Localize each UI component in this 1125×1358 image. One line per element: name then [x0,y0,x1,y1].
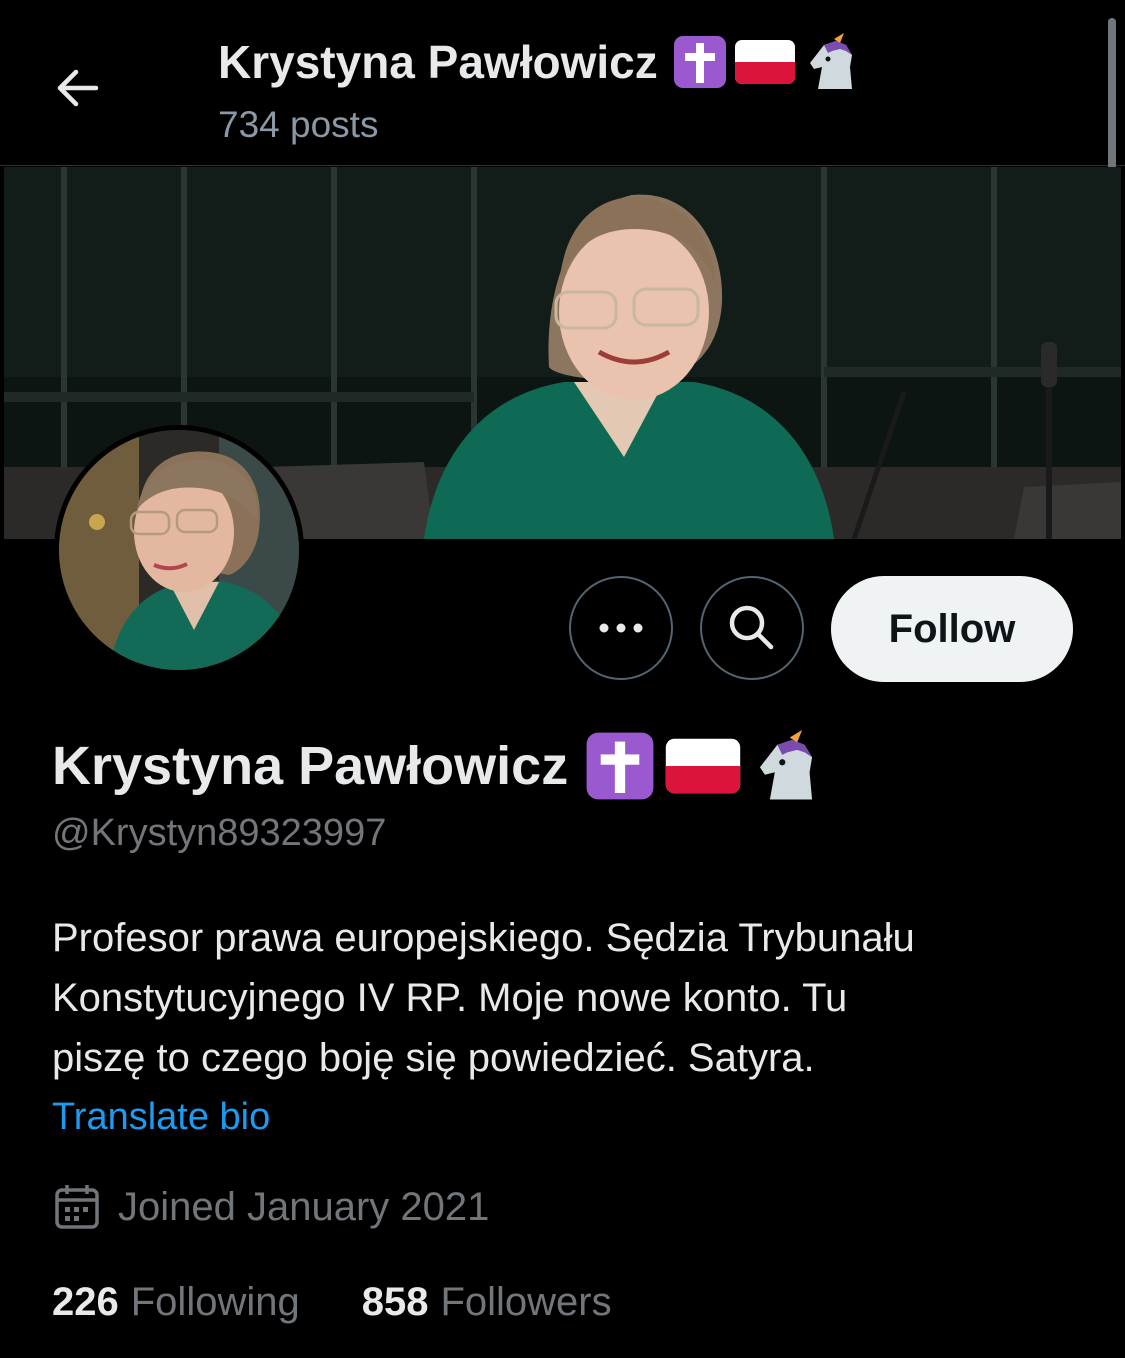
search-icon [729,605,774,650]
calendar-icon [55,1185,99,1229]
latin-cross-icon [586,732,654,800]
follow-button[interactable]: Follow [831,576,1073,682]
following-label: Following [130,1280,300,1324]
profile-handle: @Krystyn89323997 [52,812,387,854]
follow-stats: 226 Following 858 Followers [52,1280,612,1325]
avatar-photo [59,430,299,670]
header-title-row: Krystyna Pawłowicz [218,32,860,92]
poland-flag-icon [734,40,795,84]
header-emojis [672,33,860,91]
bio-line: piszę to czego boję się powiedzieć. Saty… [52,1036,815,1080]
post-count: 734 posts [218,104,379,145]
joined-date: Joined January 2021 [118,1184,490,1229]
profile-name-row: Krystyna Pawłowicz [52,730,822,802]
top-bar: Krystyna Pawłowicz 734 posts [0,0,1125,196]
more-options-button[interactable] [569,576,673,680]
more-icon [599,623,643,633]
bio-line: Profesor prawa europejskiego. Sędzia Try… [52,916,915,960]
display-name: Krystyna Pawłowicz [52,736,569,796]
joined-date-row: Joined January 2021 [52,1182,489,1232]
followers-count: 858 [361,1280,429,1324]
poland-flag-icon [666,738,741,794]
following-link[interactable]: 226 Following [52,1280,300,1325]
name-emojis [584,730,822,802]
back-arrow-icon [57,69,99,107]
profile-avatar[interactable] [54,425,304,675]
header-title: Krystyna Pawłowicz [218,36,658,88]
translate-bio-link[interactable]: Translate bio [52,1096,270,1139]
back-button[interactable] [48,58,108,118]
profile-bio: Profesor prawa europejskiego. Sędzia Try… [52,908,1072,1088]
bio-line: Konstytucyjnego IV RP. Moje nowe konto. … [52,976,848,1020]
search-profile-button[interactable] [700,576,804,680]
unicorn-icon [809,33,852,89]
latin-cross-icon [673,36,726,88]
followers-link[interactable]: 858 Followers [362,1280,612,1325]
followers-label: Followers [440,1280,612,1324]
following-count: 226 [52,1280,119,1324]
unicorn-icon [760,730,813,800]
